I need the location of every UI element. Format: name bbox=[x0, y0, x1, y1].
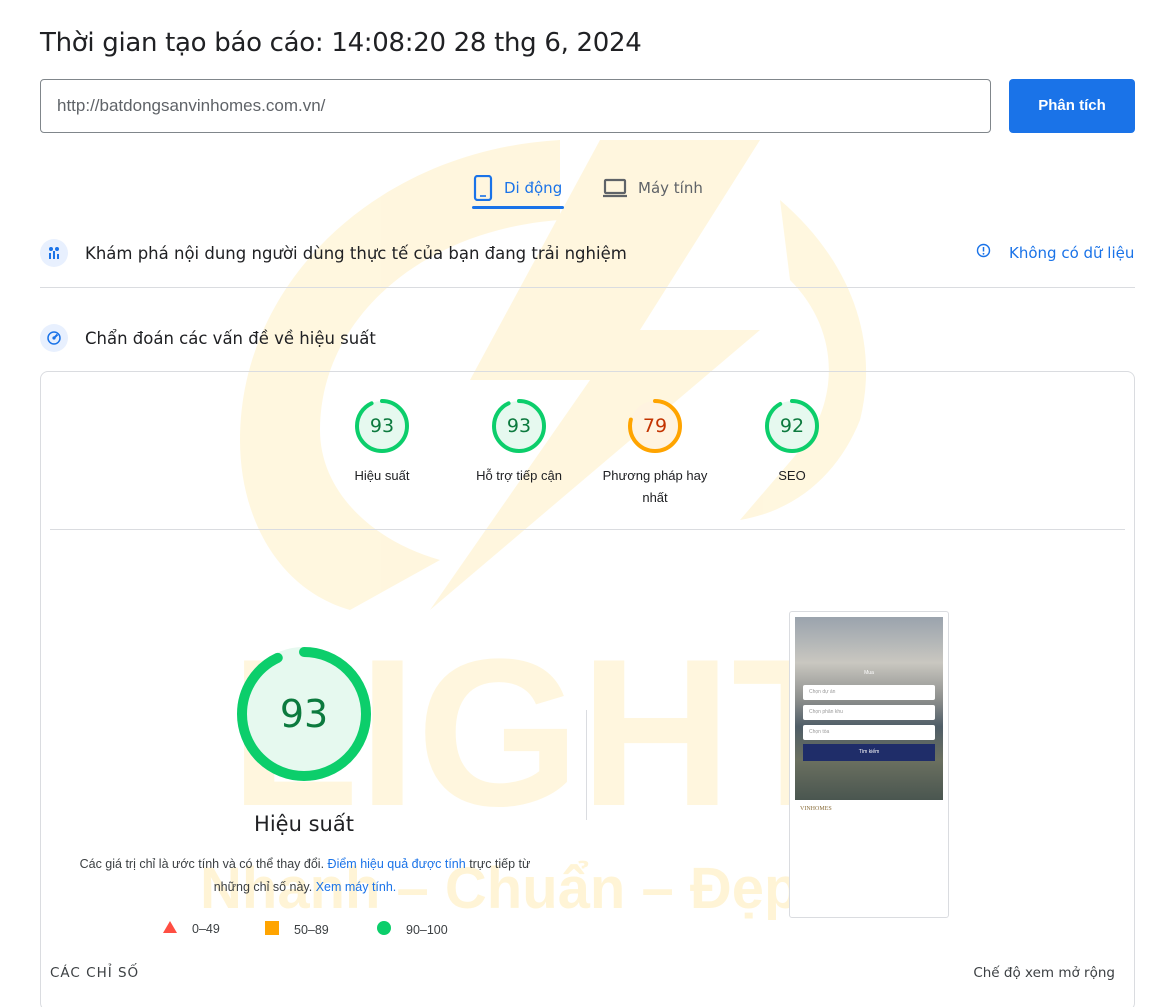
info-icon bbox=[976, 243, 991, 262]
score-calculation-link[interactable]: Điểm hiệu quả được tính bbox=[328, 857, 466, 871]
expand-view-toggle[interactable]: Chế độ xem mở rộng bbox=[973, 965, 1115, 981]
triangle-icon bbox=[163, 921, 177, 936]
circle-icon bbox=[377, 921, 391, 938]
no-data-label: Không có dữ liệu bbox=[1009, 243, 1135, 262]
tab-desktop-label: Máy tính bbox=[638, 179, 703, 197]
vertical-divider bbox=[586, 710, 587, 820]
legend-item-average: 50–89 bbox=[265, 921, 329, 938]
score-ring: 92 bbox=[764, 398, 820, 454]
disclaimer-text-1: Các giá trị chỉ là ước tính và có thể th… bbox=[79, 857, 325, 871]
card-divider bbox=[50, 529, 1125, 530]
active-tab-indicator bbox=[472, 206, 564, 209]
laptop-icon bbox=[602, 177, 628, 199]
score-value: 79 bbox=[642, 415, 668, 437]
score-gauge-accessibility[interactable]: 93 Hỗ trợ tiếp cận bbox=[454, 398, 584, 487]
diagnose-title: Chẩn đoán các vấn đề về hiệu suất bbox=[85, 328, 376, 348]
metrics-heading: CÁC CHỈ SỐ bbox=[50, 965, 140, 981]
screenshot-field-2: Chọn phân khu bbox=[803, 705, 935, 720]
legend-range-fail: 0–49 bbox=[192, 921, 220, 936]
score-value: 93 bbox=[506, 415, 532, 437]
performance-score: 93 bbox=[279, 692, 329, 736]
diagnose-section: Chẩn đoán các vấn đề về hiệu suất bbox=[40, 324, 376, 352]
section-divider bbox=[40, 287, 1135, 288]
score-gauge-seo[interactable]: 92 SEO bbox=[727, 398, 857, 487]
tab-desktop[interactable]: Máy tính bbox=[602, 165, 703, 211]
performance-disclaimer: Các giá trị chỉ là ước tính và có thể th… bbox=[70, 853, 540, 899]
users-chart-icon bbox=[40, 239, 68, 267]
legend-range-average: 50–89 bbox=[294, 922, 329, 937]
screenshot-button: Tìm kiếm bbox=[803, 744, 935, 761]
square-icon bbox=[265, 921, 279, 938]
legend-range-pass: 90–100 bbox=[406, 922, 448, 937]
speed-gauge-icon bbox=[40, 324, 68, 352]
legend-item-pass: 90–100 bbox=[377, 921, 448, 938]
smartphone-icon bbox=[472, 175, 494, 201]
score-gauge-performance[interactable]: 93 Hiệu suất bbox=[317, 398, 447, 487]
page-screenshot: Mua Chọn dự án Chọn phân khu Chọn tòa Tì… bbox=[789, 611, 949, 918]
tab-mobile[interactable]: Di động bbox=[472, 165, 562, 211]
screenshot-heading: Mua bbox=[864, 670, 874, 676]
field-data-section: Khám phá nội dung người dùng thực tế của… bbox=[40, 239, 627, 267]
score-value: 92 bbox=[779, 415, 805, 437]
score-label: Phương pháp hay nhất bbox=[602, 468, 708, 505]
score-label: SEO bbox=[778, 468, 806, 483]
no-data-link[interactable]: Không có dữ liệu bbox=[976, 243, 1134, 262]
score-value: 93 bbox=[369, 415, 395, 437]
vinhomes-logo: VINHOMES bbox=[800, 806, 832, 812]
score-ring: 93 bbox=[354, 398, 410, 454]
score-ring: 93 bbox=[491, 398, 547, 454]
report-time-title: Thời gian tạo báo cáo: 14:08:20 28 thg 6… bbox=[40, 28, 642, 58]
screenshot-field-1: Chọn dự án bbox=[803, 685, 935, 700]
analyze-button[interactable]: Phân tích bbox=[1009, 79, 1135, 133]
screenshot-image: Mua Chọn dự án Chọn phân khu Chọn tòa Tì… bbox=[795, 617, 943, 800]
tab-mobile-label: Di động bbox=[504, 179, 563, 197]
score-label: Hỗ trợ tiếp cận bbox=[476, 468, 562, 483]
score-label: Hiệu suất bbox=[354, 468, 410, 483]
field-data-title: Khám phá nội dung người dùng thực tế của… bbox=[85, 243, 627, 263]
performance-label: Hiệu suất bbox=[254, 812, 354, 836]
legend-item-fail: 0–49 bbox=[163, 921, 220, 936]
score-gauge-best-practices[interactable]: 79 Phương pháp hay nhất bbox=[590, 398, 720, 509]
view-calculator-link[interactable]: Xem máy tính. bbox=[316, 880, 397, 894]
report-card bbox=[40, 371, 1135, 1007]
url-input[interactable]: http://batdongsanvinhomes.com.vn/ bbox=[40, 79, 991, 133]
screenshot-field-3: Chọn tòa bbox=[803, 725, 935, 740]
score-ring: 79 bbox=[627, 398, 683, 454]
